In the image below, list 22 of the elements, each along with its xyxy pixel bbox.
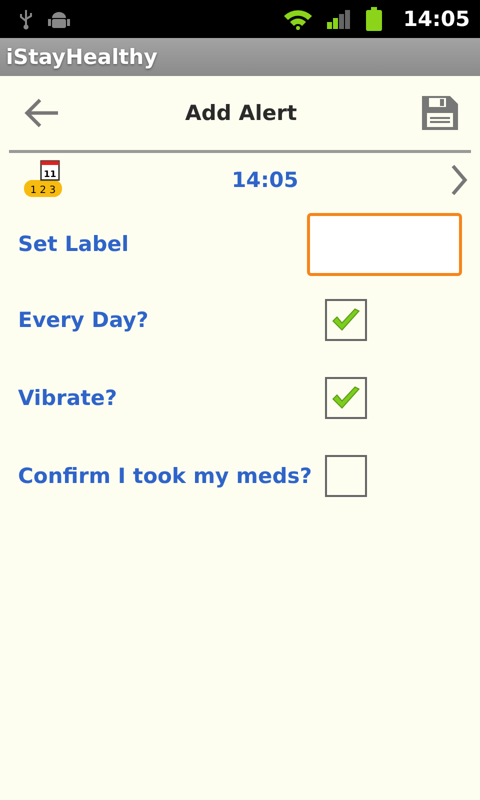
usb-icon: [18, 8, 34, 30]
android-icon: [48, 9, 70, 29]
checkbox[interactable]: [325, 299, 367, 341]
save-icon[interactable]: [422, 96, 458, 130]
alert-time[interactable]: 14:05: [232, 168, 298, 192]
option-label: Confirm I took my meds?: [18, 464, 312, 488]
chevron-right-icon[interactable]: [450, 164, 468, 196]
field-label: Set Label: [18, 232, 129, 256]
check-icon: [331, 385, 361, 411]
screen-title: Add Alert: [185, 101, 297, 125]
battery-icon: [365, 7, 384, 31]
status-clock: 14:05: [403, 7, 470, 31]
checkbox[interactable]: [325, 455, 367, 497]
app-title: iStayHealthy: [6, 45, 158, 69]
label-input[interactable]: [307, 212, 462, 276]
check-icon: [331, 307, 361, 333]
option-label: Vibrate?: [18, 386, 118, 410]
back-arrow-icon[interactable]: [24, 97, 60, 129]
option-label: Every Day?: [18, 308, 148, 332]
signal-icon: [327, 9, 352, 29]
checkbox[interactable]: [325, 377, 367, 419]
wifi-icon: [283, 8, 314, 30]
